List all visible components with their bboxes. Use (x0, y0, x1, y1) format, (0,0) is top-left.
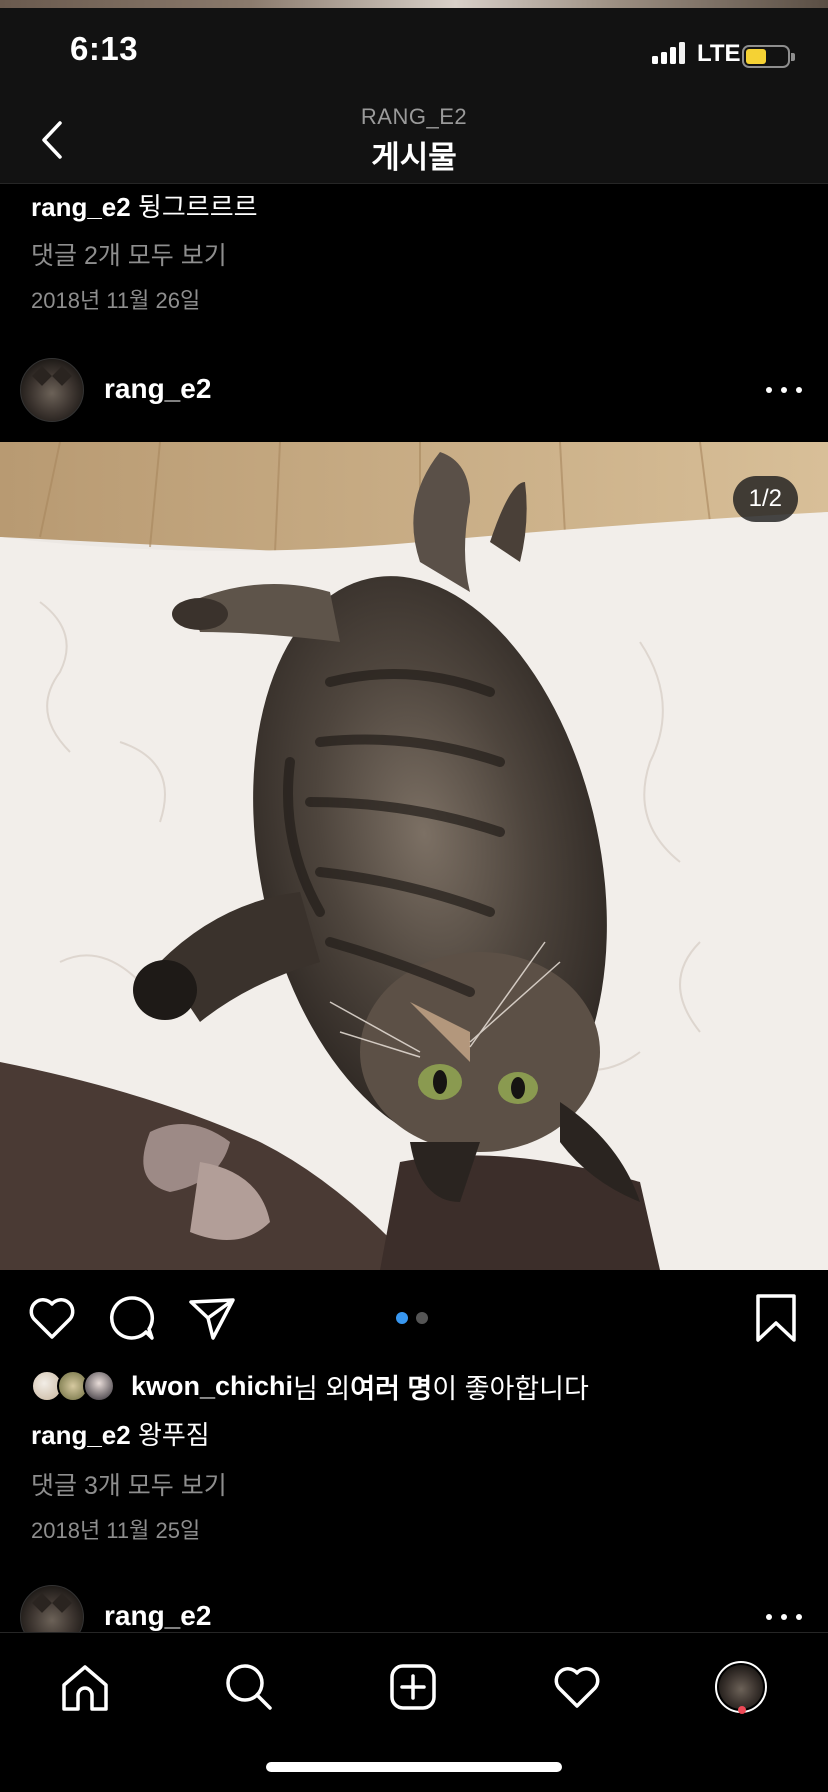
search-icon (226, 1664, 272, 1710)
next-post-username[interactable]: rang_e2 (104, 1600, 211, 1632)
tab-search[interactable] (217, 1655, 281, 1719)
more-options-button[interactable] (766, 1602, 802, 1632)
status-bar: 6:13 LTE (0, 8, 828, 96)
navigation-bar: RANG_E2 게시물 (0, 96, 828, 184)
likes-text: 님 외 (293, 1373, 351, 1404)
carousel-dot (416, 1312, 428, 1324)
tab-activity[interactable] (545, 1655, 609, 1719)
tab-home[interactable] (53, 1655, 117, 1719)
tab-add-post[interactable] (381, 1655, 445, 1719)
liker-avatars (31, 1368, 121, 1404)
like-button[interactable] (24, 1290, 80, 1346)
share-button[interactable] (184, 1290, 240, 1346)
status-time: 6:13 (70, 30, 139, 67)
nav-username: RANG_E2 (360, 104, 468, 129)
more-icon (766, 1614, 772, 1620)
avatar[interactable] (20, 358, 84, 422)
post-date: 2018년 11월 25일 (31, 1518, 201, 1543)
likes-summary[interactable]: kwon_chichi 님 외 여러 명이 좋아합니다 (31, 1368, 589, 1404)
add-post-icon (390, 1664, 436, 1710)
image-counter: 1/2 (732, 476, 798, 522)
carousel-dot (396, 1312, 408, 1324)
page-title: 게시물 (371, 140, 457, 175)
action-bar (0, 1290, 828, 1346)
comment-icon (109, 1296, 155, 1340)
likes-text-tail: 이 좋아합니다 (432, 1373, 589, 1404)
home-indicator[interactable] (266, 1762, 562, 1772)
carousel-indicator (396, 1312, 432, 1324)
view-comments-link[interactable]: 댓글 2개 모두 보기 (31, 236, 227, 272)
heart-icon (554, 1667, 600, 1708)
post-image[interactable]: 1/2 (0, 442, 828, 1270)
likes-others-link[interactable]: 여러 명 (350, 1367, 432, 1406)
post-caption: rang_e2 왕푸짐 (31, 1418, 210, 1452)
notification-dot (738, 1706, 746, 1714)
more-options-button[interactable] (766, 375, 802, 405)
liker-username[interactable]: kwon_chichi (131, 1371, 293, 1402)
previous-image-edge (0, 0, 828, 8)
post-date: 2018년 11월 26일 (31, 288, 201, 313)
more-icon (766, 387, 772, 393)
heart-icon (29, 1298, 75, 1339)
caption-username[interactable]: rang_e2 (31, 1420, 131, 1450)
caption-username[interactable]: rang_e2 (31, 192, 131, 222)
caption-text: 왕푸짐 (137, 1420, 210, 1450)
save-button[interactable] (748, 1290, 804, 1346)
battery-icon (742, 45, 795, 68)
caption-text: 뒹그르르르 (137, 192, 258, 222)
post-username[interactable]: rang_e2 (104, 373, 211, 405)
paper-plane-icon (189, 1298, 235, 1340)
view-comments-link[interactable]: 댓글 3개 모두 보기 (31, 1466, 227, 1502)
bookmark-icon (756, 1294, 796, 1342)
signal-icon (652, 42, 686, 64)
network-label: LTE (697, 40, 741, 67)
post-header: rang_e2 (0, 355, 828, 425)
previous-post-caption: rang_e2 뒹그르르르 (31, 190, 258, 224)
home-icon (62, 1665, 108, 1711)
comment-button[interactable] (104, 1290, 160, 1346)
cat-photo (0, 442, 828, 1270)
